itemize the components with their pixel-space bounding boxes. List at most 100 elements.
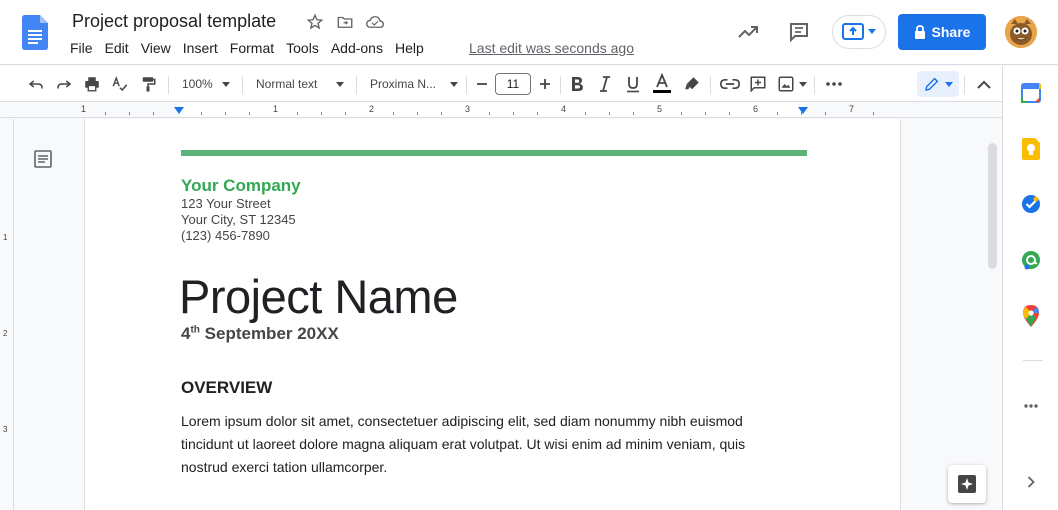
ruler-number: 3 xyxy=(465,104,471,114)
toolbar-divider xyxy=(466,76,467,94)
ruler-tick xyxy=(825,112,826,115)
ruler-tick xyxy=(537,112,538,115)
share-label: Share xyxy=(931,24,971,40)
text-color-icon[interactable] xyxy=(650,71,674,97)
ruler-tick xyxy=(705,112,706,115)
left-indent-marker[interactable] xyxy=(174,107,184,114)
calendar-icon[interactable] xyxy=(1021,83,1041,103)
print-icon[interactable] xyxy=(80,71,104,97)
zoom-value: 100% xyxy=(182,77,213,91)
vertical-ruler: 1 2 3 xyxy=(0,119,14,510)
company-name: Your Company xyxy=(181,176,301,195)
present-button[interactable] xyxy=(832,15,886,49)
docs-app: Project proposal template File Edit View… xyxy=(0,0,1058,510)
ruler-tick xyxy=(225,112,226,115)
explore-button[interactable] xyxy=(948,465,986,503)
horizontal-ruler[interactable]: 1 1 2 3 4 5 6 7 xyxy=(0,103,1002,118)
font-size-input[interactable]: 11 xyxy=(495,73,531,95)
activity-trend-icon[interactable] xyxy=(734,18,762,46)
explore-icon xyxy=(958,475,976,493)
ruler-tick xyxy=(297,112,298,115)
star-icon[interactable] xyxy=(305,12,325,32)
vertical-scrollbar[interactable] xyxy=(988,143,997,269)
menu-insert[interactable]: Insert xyxy=(177,38,224,58)
increase-font-size-icon[interactable] xyxy=(535,71,555,97)
chevron-down-icon xyxy=(868,29,876,34)
editing-mode-button[interactable] xyxy=(917,71,959,97)
document-page[interactable]: Your Company 123 Your Street Your City, … xyxy=(84,119,901,510)
ruler-number: 1 xyxy=(81,104,87,114)
font-family-select[interactable]: Proxima N... xyxy=(364,71,464,97)
menu-file[interactable]: File xyxy=(64,38,99,58)
docs-logo-icon[interactable] xyxy=(22,15,48,50)
header: Project proposal template File Edit View… xyxy=(0,0,1058,65)
decrease-font-size-icon[interactable] xyxy=(472,71,492,97)
ruler-tick xyxy=(729,112,730,115)
body-text-line: tincidunt ut laoreet dolore magna aliqua… xyxy=(181,436,746,452)
ruler-tick xyxy=(441,112,442,115)
ruler-tick xyxy=(585,112,586,115)
ruler-tick xyxy=(417,112,418,115)
ruler-number: 5 xyxy=(657,104,663,114)
toolbar-divider xyxy=(168,76,169,94)
keep-icon[interactable] xyxy=(1021,138,1041,160)
right-indent-marker[interactable] xyxy=(798,107,808,114)
maps-icon[interactable] xyxy=(1021,305,1041,327)
menu-tools[interactable]: Tools xyxy=(280,38,325,58)
ruler-number: 7 xyxy=(849,104,855,114)
more-options-icon[interactable] xyxy=(822,71,846,97)
vruler-number: 2 xyxy=(3,329,8,338)
ruler-number: 6 xyxy=(753,104,759,114)
bold-icon[interactable] xyxy=(566,71,588,97)
italic-icon[interactable] xyxy=(594,71,616,97)
present-icon xyxy=(842,23,864,40)
vruler-number: 1 xyxy=(3,233,8,242)
underline-icon[interactable] xyxy=(622,71,644,97)
ruler-tick xyxy=(129,112,130,115)
chevron-right-icon[interactable] xyxy=(1021,472,1041,492)
cloud-status-icon[interactable] xyxy=(365,12,385,32)
body-text-line: Lorem ipsum dolor sit amet, consectetuer… xyxy=(181,413,743,429)
menu-addons[interactable]: Add-ons xyxy=(325,38,389,58)
move-folder-icon[interactable] xyxy=(335,12,355,32)
document-title[interactable]: Project proposal template xyxy=(72,11,276,32)
paragraph-style-select[interactable]: Normal text xyxy=(250,71,350,97)
menu-view[interactable]: View xyxy=(135,38,177,58)
avatar[interactable] xyxy=(1005,16,1037,48)
share-button[interactable]: Share xyxy=(898,14,986,50)
highlight-color-icon[interactable] xyxy=(680,71,704,97)
ruler-tick xyxy=(513,112,514,115)
overview-heading: OVERVIEW xyxy=(181,378,273,397)
undo-icon[interactable] xyxy=(24,71,48,97)
contacts-icon[interactable] xyxy=(1021,250,1041,270)
tasks-icon[interactable] xyxy=(1021,194,1041,214)
ruler-tick xyxy=(201,112,202,115)
chevron-up-icon[interactable] xyxy=(972,71,996,97)
ruler-number: 2 xyxy=(369,104,375,114)
redo-icon[interactable] xyxy=(52,71,76,97)
chevron-down-icon xyxy=(944,81,953,87)
project-name-heading: Project Name xyxy=(179,270,458,323)
toolbar-divider xyxy=(964,76,965,94)
side-panel xyxy=(1002,66,1058,510)
menu-edit[interactable]: Edit xyxy=(99,38,135,58)
address-phone: (123) 456-7890 xyxy=(181,228,270,243)
comments-icon[interactable] xyxy=(785,18,813,46)
more-addons-icon[interactable] xyxy=(1021,396,1041,416)
zoom-select[interactable]: 100% xyxy=(176,71,236,97)
project-date: 4th September 20XX xyxy=(181,324,339,344)
chevron-down-icon xyxy=(222,81,230,87)
document-outline-icon[interactable] xyxy=(33,149,53,169)
insert-image-button[interactable] xyxy=(774,71,810,97)
date-suffix: th xyxy=(190,324,200,336)
menu-help[interactable]: Help xyxy=(389,38,430,58)
spellcheck-icon[interactable] xyxy=(108,71,132,97)
vruler-number: 3 xyxy=(3,425,8,434)
last-edit-link[interactable]: Last edit was seconds ago xyxy=(469,40,634,56)
ruler-tick xyxy=(489,112,490,115)
paragraph-style-value: Normal text xyxy=(256,77,318,91)
menu-format[interactable]: Format xyxy=(224,38,280,58)
paint-format-icon[interactable] xyxy=(136,71,160,97)
add-comment-icon[interactable] xyxy=(746,71,770,97)
insert-link-icon[interactable] xyxy=(718,71,742,97)
